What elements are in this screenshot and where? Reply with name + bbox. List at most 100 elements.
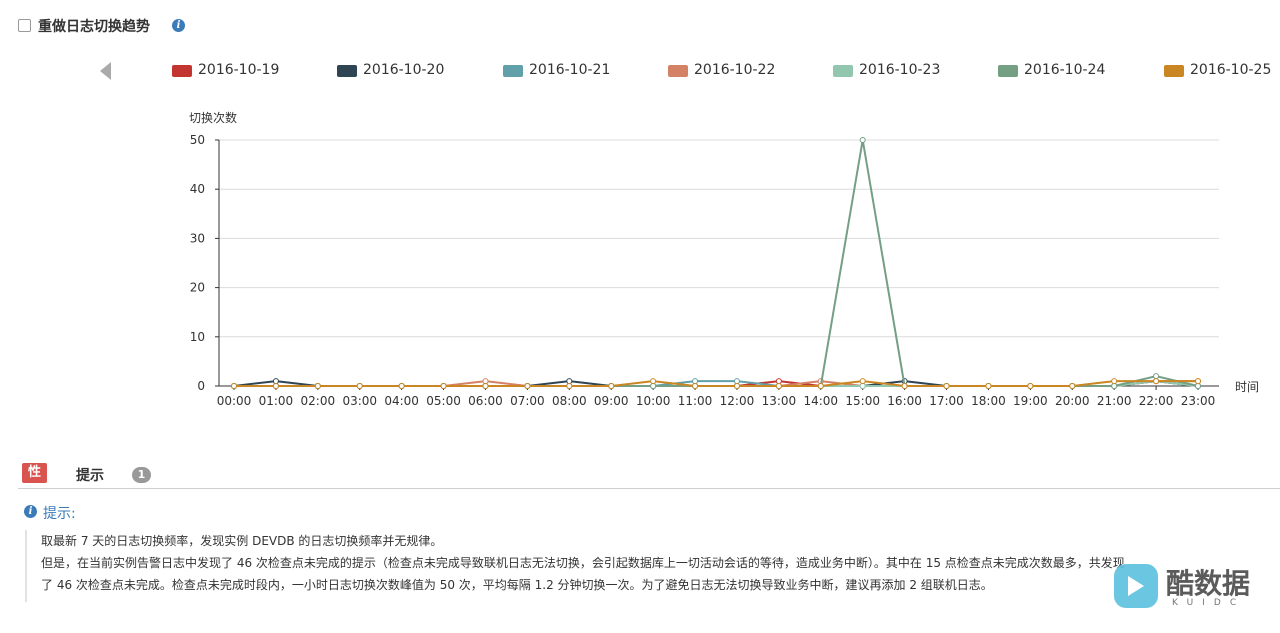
x-tick-label: 03:00 [342, 394, 377, 408]
legend-swatch [172, 65, 192, 77]
data-point[interactable] [859, 137, 866, 143]
x-tick-label: 16:00 [887, 394, 922, 408]
data-point[interactable] [775, 383, 782, 389]
legend-label: 2016-10-21 [529, 62, 611, 78]
data-point[interactable] [608, 383, 615, 389]
x-tick-label: 00:00 [217, 394, 252, 408]
legend-swatch [668, 65, 688, 77]
y-tick-label: 0 [197, 379, 205, 393]
section-header: 重做日志切换趋势 i [0, 0, 1280, 46]
data-point[interactable] [650, 378, 657, 385]
data-point[interactable] [692, 383, 699, 389]
grid [219, 139, 1219, 338]
line-chart: 0 10 20 30 40 50 00:00 01:00 02:00 03:00 04:00 05:0… [189, 110, 1259, 408]
tip-title: 提示: [43, 506, 76, 522]
x-tick-label: 02:00 [301, 394, 336, 408]
play-logo-icon [1114, 564, 1158, 608]
tip-line: 但是，在当前实例告警日志中发现了 46 次检查点未完成的提示（检查点未完成导致联… [41, 556, 1125, 570]
legend-label: 2016-10-20 [363, 62, 445, 78]
data-point[interactable] [692, 378, 699, 385]
data-point[interactable] [1195, 383, 1201, 389]
axes: 0 10 20 30 40 50 00:00 01:00 02:00 03:00 04:00 05:0… [190, 133, 1219, 408]
x-tick-label: 22:00 [1139, 394, 1174, 408]
x-tick-label: 10:00 [636, 394, 671, 408]
data-point[interactable] [901, 383, 908, 389]
data-point[interactable] [733, 378, 740, 385]
section-title: 重做日志切换趋势 [38, 19, 150, 35]
legend-label: 2016-10-22 [694, 62, 776, 78]
x-tick-label: 05:00 [426, 394, 461, 408]
series-group [231, 137, 1201, 389]
data-point[interactable] [440, 383, 447, 389]
legend-label: 2016-10-23 [859, 62, 941, 78]
data-point[interactable] [398, 383, 405, 389]
data-point[interactable] [650, 383, 657, 389]
data-point[interactable] [859, 383, 866, 389]
info-icon: i [24, 505, 37, 518]
x-tick-label: 14:00 [803, 394, 838, 408]
x-tick-label: 09:00 [594, 394, 629, 408]
data-point[interactable] [356, 383, 363, 389]
x-tick-label: 18:00 [971, 394, 1006, 408]
section-checkbox[interactable] [18, 19, 31, 32]
legend-label: 2016-10-25 [1190, 62, 1272, 78]
data-point[interactable] [775, 378, 782, 385]
data-point[interactable] [1195, 378, 1201, 385]
data-point[interactable] [985, 383, 992, 389]
x-tick-label: 07:00 [510, 394, 545, 408]
x-tick-label: 11:00 [678, 394, 713, 408]
y-tick-label: 30 [190, 231, 205, 245]
x-tick-label: 15:00 [845, 394, 880, 408]
triangle-left-icon[interactable] [100, 62, 111, 80]
y-tick-label: 20 [190, 281, 205, 295]
x-tick-label: 12:00 [720, 394, 755, 408]
legend-swatch [1164, 65, 1184, 77]
watermark-subtext: KUIDC [1172, 598, 1246, 608]
legend-label: 2016-10-24 [1024, 62, 1106, 78]
legend-swatch [833, 65, 853, 77]
data-point[interactable] [482, 378, 489, 385]
data-point[interactable] [817, 383, 824, 389]
legend-swatch [503, 65, 523, 77]
data-point[interactable] [272, 383, 279, 389]
legend-label: 2016-10-19 [198, 62, 280, 78]
tab-performance[interactable]: 性能 [22, 463, 48, 500]
x-axis-label: 时间 [1235, 380, 1259, 394]
x-tick-label: 20:00 [1055, 394, 1090, 408]
info-icon[interactable]: i [172, 19, 185, 32]
data-point[interactable] [1153, 373, 1160, 380]
data-point[interactable] [943, 383, 950, 389]
x-tick-label: 01:00 [259, 394, 294, 408]
y-tick-label: 10 [190, 330, 205, 344]
data-point[interactable] [272, 378, 279, 385]
watermark-logo: 酷数据 KUIDC [1108, 556, 1268, 616]
data-point[interactable] [859, 378, 866, 385]
series-line [234, 139, 1199, 387]
x-tick-label: 08:00 [552, 394, 587, 408]
tips-count-badge: 1 [132, 467, 151, 483]
x-tick-label: 21:00 [1097, 394, 1132, 408]
data-point[interactable] [1111, 383, 1118, 389]
data-point[interactable] [1069, 383, 1076, 389]
divider [18, 488, 1280, 489]
data-point[interactable] [524, 383, 531, 389]
data-point[interactable] [566, 383, 573, 389]
data-point[interactable] [733, 383, 740, 389]
data-point[interactable] [231, 383, 237, 389]
data-point[interactable] [566, 378, 573, 385]
watermark-text: 酷数据 [1166, 567, 1251, 600]
y-axis-label: 切换次数 [189, 110, 237, 125]
x-tick-label: 23:00 [1181, 394, 1216, 408]
data-point[interactable] [482, 383, 489, 389]
data-point[interactable] [1027, 383, 1034, 389]
tip-line: 取最新 7 天的日志切换频率，发现实例 DEVDB 的日志切换频率并无规律。 [41, 534, 443, 548]
data-point[interactable] [1153, 378, 1160, 385]
tip-body: 取最新 7 天的日志切换频率，发现实例 DEVDB 的日志切换频率并无规律。 但… [25, 530, 1145, 602]
x-tick-label: 06:00 [468, 394, 503, 408]
data-point[interactable] [1111, 378, 1118, 385]
legend-swatch [998, 65, 1018, 77]
x-tick-label: 19:00 [1013, 394, 1048, 408]
x-tick-label: 13:00 [762, 394, 797, 408]
tab-tips[interactable]: 提示 [76, 465, 104, 485]
data-point[interactable] [314, 383, 321, 389]
